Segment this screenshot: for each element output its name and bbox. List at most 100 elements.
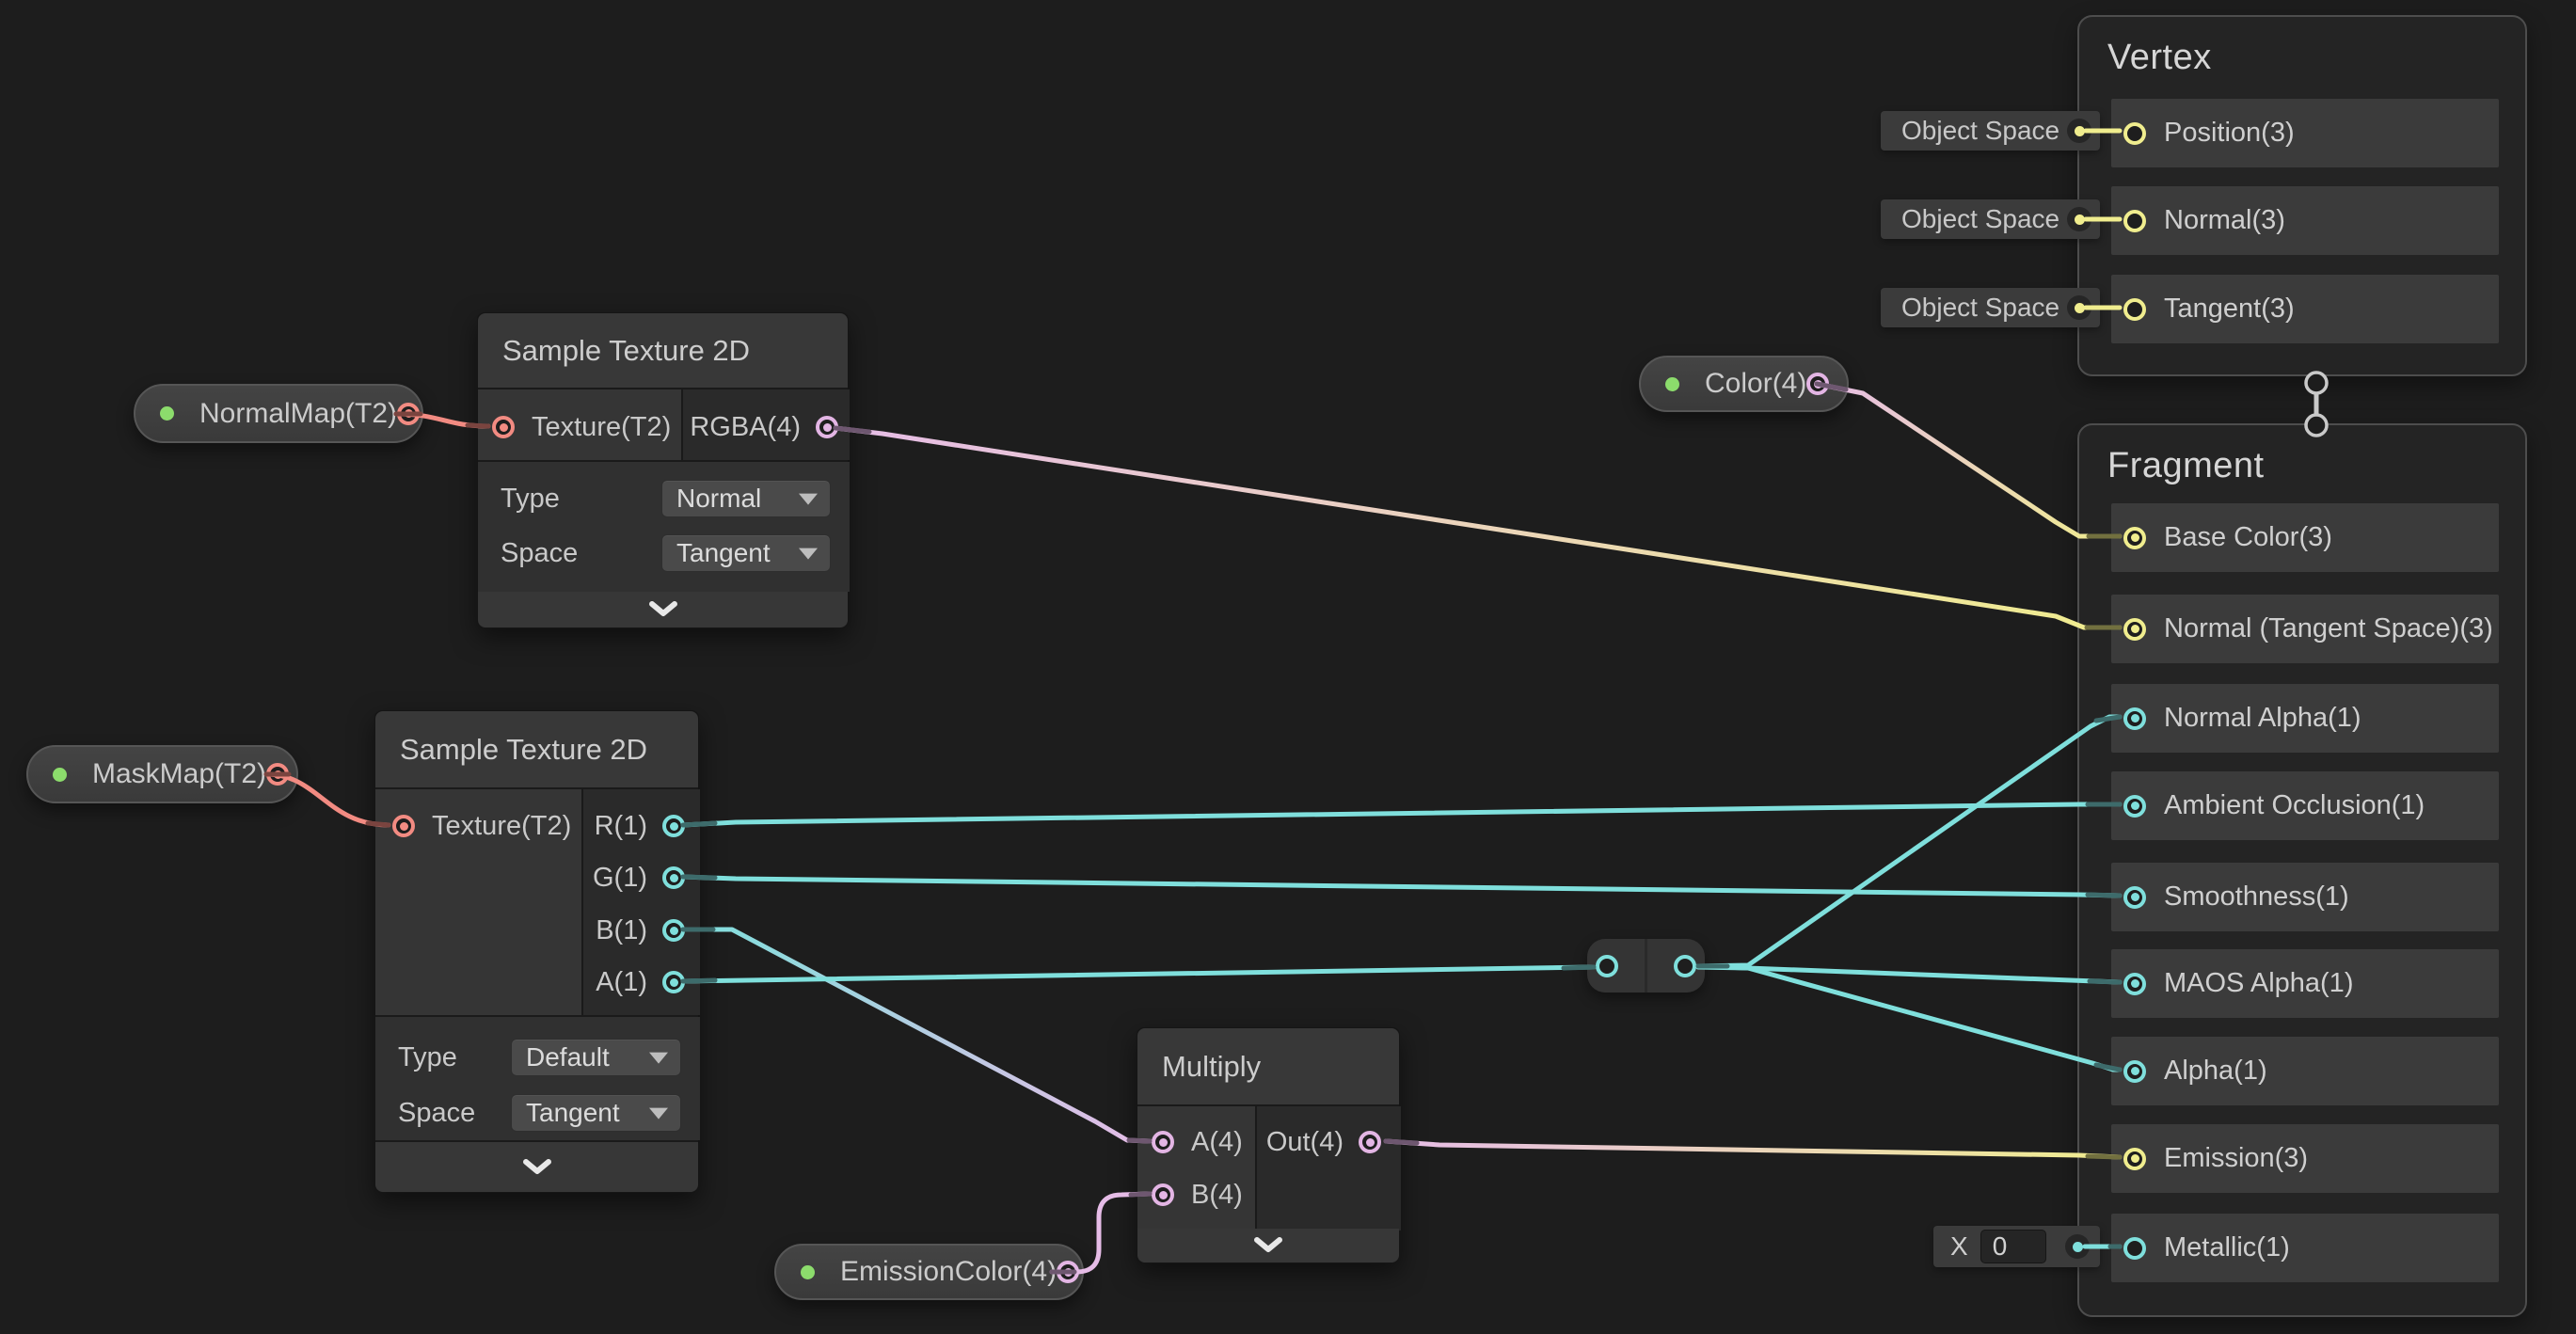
multiply-b-port[interactable] <box>1152 1183 1174 1206</box>
vertex-row-normal[interactable]: Normal(3) <box>2111 186 2499 255</box>
b-output-port[interactable] <box>662 919 685 942</box>
fragment-row-metallic[interactable]: Metallic(1) <box>2111 1214 2499 1282</box>
normal-port[interactable] <box>2123 210 2146 232</box>
g-output-port[interactable] <box>662 866 685 889</box>
property-pill-color[interactable]: Color(4) <box>1639 356 1849 412</box>
r-output-label: R(1) <box>595 811 647 842</box>
emission-port[interactable] <box>2123 1148 2146 1170</box>
multiply-out-port[interactable] <box>1359 1131 1381 1153</box>
normal-ts-port[interactable] <box>2123 618 2146 641</box>
fragment-context-block[interactable]: Fragment Base Color(3) Normal (Tangent S… <box>2077 423 2527 1317</box>
fragment-row-ambient-occlusion[interactable]: Ambient Occlusion(1) <box>2111 771 2499 840</box>
fragment-row-smoothness[interactable]: Smoothness(1) <box>2111 863 2499 931</box>
vertex-row-tangent[interactable]: Tangent(3) <box>2111 275 2499 343</box>
tangent-space-widget[interactable]: Object Space <box>1881 288 2100 327</box>
property-pill-emissioncolor[interactable]: EmissionColor(4) <box>774 1244 1084 1300</box>
maskmap-output-port[interactable] <box>266 763 289 786</box>
edge-g-smoothness[interactable] <box>683 877 2120 896</box>
multiply-title: Multiply <box>1162 1050 1261 1084</box>
property-pill-normalmap[interactable]: NormalMap(T2) <box>134 384 423 443</box>
sample-texture-bottom-title: Sample Texture 2D <box>400 733 647 767</box>
space-label-top: Space <box>501 538 578 569</box>
chevron-down-icon <box>643 599 684 620</box>
vertex-context-block[interactable]: Vertex Position(3) Normal(3) Tangent(3) <box>2077 15 2527 376</box>
maos-alpha-port[interactable] <box>2123 973 2146 995</box>
edge-r-ambientocclusion[interactable] <box>683 804 2120 825</box>
type-dropdown-top[interactable]: Normal <box>661 480 831 517</box>
position-space-widget[interactable]: Object Space <box>1881 111 2100 151</box>
multiply-node[interactable]: Multiply A(4) B(4) Out(4) <box>1137 1027 1400 1263</box>
smoothness-port[interactable] <box>2123 886 2146 909</box>
fragment-row-alpha[interactable]: Alpha(1) <box>2111 1037 2499 1105</box>
texture-input-port-bottom[interactable] <box>392 815 415 837</box>
space-dropdown-bottom[interactable]: Tangent <box>511 1094 681 1132</box>
property-pill-maskmap[interactable]: MaskMap(T2) <box>26 745 298 803</box>
tangent-space-label: Object Space <box>1901 293 2059 323</box>
space-dropdown-top[interactable]: Tangent <box>661 534 831 572</box>
normal-label: Normal(3) <box>2164 205 2285 236</box>
edge-rgba-normalts[interactable] <box>835 428 2120 627</box>
exposed-dot-icon <box>53 768 67 782</box>
type-label-top: Type <box>501 484 560 515</box>
edge-redirect-maosalpha[interactable] <box>1698 966 2120 982</box>
a-output-port[interactable] <box>662 971 685 993</box>
vertex-row-position[interactable]: Position(3) <box>2111 99 2499 167</box>
position-label: Position(3) <box>2164 118 2295 149</box>
b-output-label: B(1) <box>596 915 647 946</box>
normal-alpha-port[interactable] <box>2123 707 2146 730</box>
fragment-row-normal-alpha[interactable]: Normal Alpha(1) <box>2111 684 2499 753</box>
multiply-out-label: Out(4) <box>1266 1127 1344 1158</box>
multiply-a-port[interactable] <box>1152 1131 1174 1153</box>
emissioncolor-output-port[interactable] <box>1057 1261 1079 1283</box>
position-space-dot <box>2067 119 2091 143</box>
tangent-label: Tangent(3) <box>2164 294 2295 325</box>
base-color-port[interactable] <box>2123 527 2146 549</box>
sample-texture-2d-node-bottom[interactable]: Sample Texture 2D Texture(T2) R(1) G(1) … <box>374 710 699 1193</box>
tangent-port[interactable] <box>2123 298 2146 321</box>
shader-graph-canvas[interactable]: Vertex Position(3) Normal(3) Tangent(3) … <box>0 0 2576 1334</box>
redirect-node[interactable] <box>1587 939 1705 993</box>
type-dropdown-bottom[interactable]: Default <box>511 1039 681 1076</box>
emission-label: Emission(3) <box>2164 1143 2308 1174</box>
exposed-dot-icon <box>801 1265 815 1279</box>
edge-a-redirect[interactable] <box>683 967 1594 981</box>
sample-texture-2d-node-top[interactable]: Sample Texture 2D Texture(T2) RGBA(4) Ty… <box>477 312 849 628</box>
metallic-value-field[interactable]: 0 <box>1980 1230 2046 1263</box>
alpha-port[interactable] <box>2123 1060 2146 1083</box>
position-port[interactable] <box>2123 122 2146 145</box>
fragment-row-emission[interactable]: Emission(3) <box>2111 1124 2499 1193</box>
redirect-out-port[interactable] <box>1674 955 1696 977</box>
edge-redirect-alpha[interactable] <box>1698 967 2120 1070</box>
edge-redirect-normalalpha[interactable] <box>1698 717 2120 966</box>
maos-alpha-label: MAOS Alpha(1) <box>2164 968 2353 999</box>
metallic-x-label: X <box>1950 1231 1968 1262</box>
ambient-occlusion-port[interactable] <box>2123 795 2146 818</box>
normal-space-widget[interactable]: Object Space <box>1881 199 2100 239</box>
collapse-chevron-bottom[interactable] <box>375 1142 698 1192</box>
edge-b-multiply-a[interactable] <box>683 929 1150 1141</box>
space-label-bottom: Space <box>398 1098 475 1129</box>
fragment-row-base-color[interactable]: Base Color(3) <box>2111 503 2499 572</box>
normal-space-label: Object Space <box>1901 204 2059 234</box>
multiply-a-label: A(4) <box>1191 1127 1243 1158</box>
metallic-default-widget[interactable]: X 0 <box>1933 1226 2100 1267</box>
r-output-port[interactable] <box>662 815 685 837</box>
edge-multiplyout-emission[interactable] <box>1386 1141 2120 1157</box>
color-output-port[interactable] <box>1806 373 1829 395</box>
redirect-in-port[interactable] <box>1596 955 1618 977</box>
fragment-row-normal-ts[interactable]: Normal (Tangent Space)(3) <box>2111 595 2499 663</box>
rgba-output-port[interactable] <box>816 416 838 438</box>
edge-color-basecolor[interactable] <box>1817 384 2120 536</box>
normalmap-output-port[interactable] <box>397 403 420 425</box>
collapse-chevron-top[interactable] <box>478 592 848 627</box>
texture-input-port-top[interactable] <box>492 416 515 438</box>
ambient-occlusion-label: Ambient Occlusion(1) <box>2164 790 2425 821</box>
type-label-bottom: Type <box>398 1042 457 1073</box>
maskmap-label: MaskMap(T2) <box>92 758 266 790</box>
fragment-row-maos-alpha[interactable]: MAOS Alpha(1) <box>2111 949 2499 1018</box>
g-output-label: G(1) <box>593 863 647 894</box>
normal-space-dot <box>2067 207 2091 231</box>
collapse-chevron-multiply[interactable] <box>1137 1229 1399 1263</box>
rgba-output-label: RGBA(4) <box>690 412 801 443</box>
metallic-port[interactable] <box>2123 1237 2146 1260</box>
